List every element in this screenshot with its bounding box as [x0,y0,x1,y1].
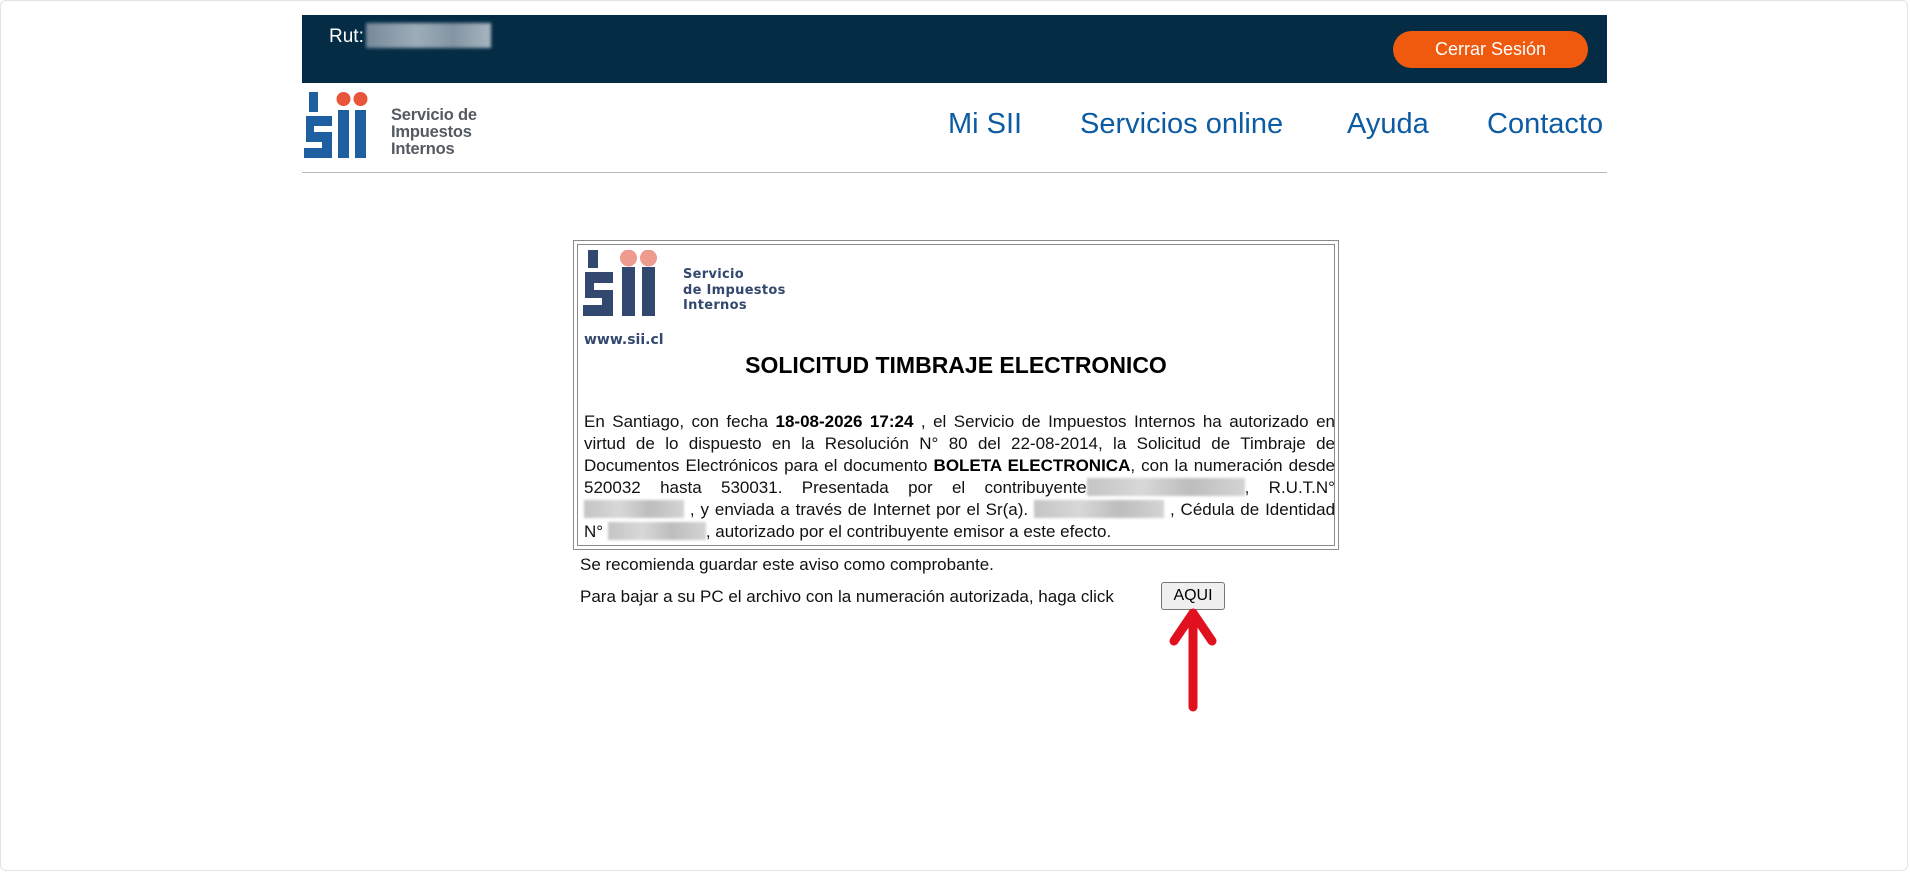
timbraje-certificate: Servicio de Impuestos Internos www.sii.c… [573,240,1339,550]
rut-label: Rut: [329,26,364,47]
certificate-inner-border: Servicio de Impuestos Internos www.sii.c… [577,244,1335,546]
nav-servicios-online[interactable]: Servicios online [1080,108,1283,141]
taxpayer-rut-redacted [584,499,684,518]
certificate-logo-wordmark: Servicio de Impuestos Internos [683,267,786,313]
certificate-title: SOLICITUD TIMBRAJE ELECTRONICO [745,352,1167,378]
certificate-url: www.sii.cl [584,332,664,348]
nav-mi-sii[interactable]: Mi SII [948,108,1022,141]
rut-value-redacted [366,23,491,48]
logo-wordmark: Servicio de Impuestos Internos [391,106,477,158]
header-divider [302,172,1607,173]
nav-contacto[interactable]: Contacto [1487,108,1603,141]
certificate-sii-logo [583,250,657,316]
certificate-body: En Santiago, con fecha 18-08-2026 17:24 … [584,412,1336,541]
authorization-date: 18-08-2026 17:24 [775,412,914,431]
save-notice: Se recomienda guardar este aviso como co… [580,555,994,574]
download-prompt: Para bajar a su PC el archivo con la num… [580,587,1114,606]
top-bar: Rut: Cerrar Sesión [302,15,1607,83]
applicant-name-redacted [1034,499,1165,518]
logout-button[interactable]: Cerrar Sesión [1393,31,1588,68]
applicant-id-redacted [607,521,706,540]
document-type: BOLETA ELECTRONICA [933,456,1131,475]
nav-ayuda[interactable]: Ayuda [1347,108,1429,141]
taxpayer-name-redacted [1086,477,1245,496]
annotation-arrow-icon [1169,608,1217,712]
